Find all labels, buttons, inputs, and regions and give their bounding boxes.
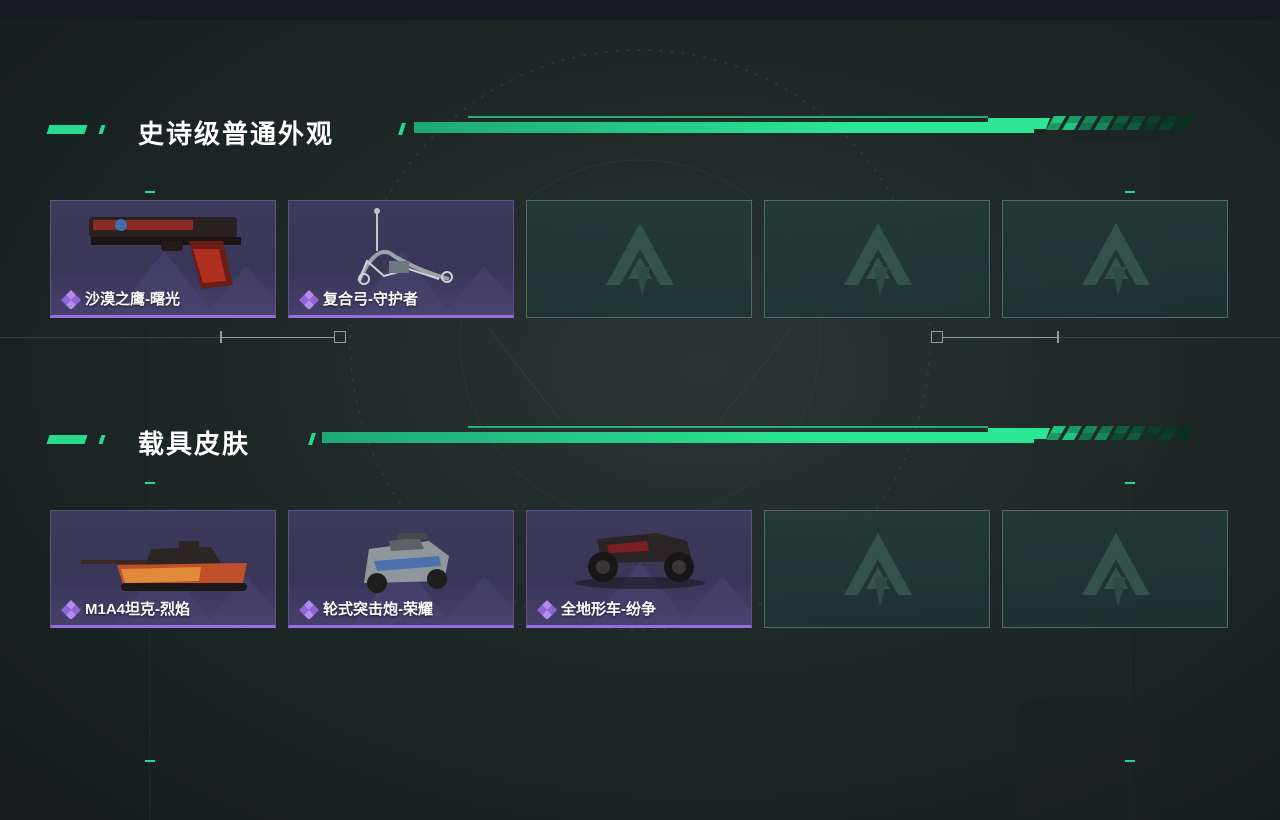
section-title: 史诗级普通外观 bbox=[138, 119, 335, 149]
skin-label: 复合弓-守护者 bbox=[299, 288, 418, 309]
header-accent bbox=[46, 435, 88, 444]
section-header-vehicle: 载具皮肤 bbox=[46, 425, 1208, 459]
corner-tick bbox=[145, 191, 155, 193]
section-title: 载具皮肤 bbox=[138, 429, 251, 459]
header-accent bbox=[98, 435, 106, 444]
skin-name: M1A4坦克-烈焰 bbox=[85, 601, 191, 618]
hud-marker bbox=[931, 331, 943, 343]
header-accent bbox=[398, 123, 406, 135]
corner-tick bbox=[145, 482, 155, 484]
header-accent bbox=[46, 125, 88, 134]
corner-tick bbox=[1125, 191, 1135, 193]
epic-rarity-icon bbox=[61, 289, 81, 309]
empty-skin-slot[interactable] bbox=[526, 200, 752, 318]
hud-marker bbox=[334, 331, 346, 343]
section-header-epic: 史诗级普通外观 bbox=[46, 115, 1208, 149]
skin-name: 沙漠之鹰-曙光 bbox=[85, 291, 180, 308]
header-bar bbox=[322, 432, 1034, 443]
epic-rarity-icon bbox=[61, 599, 81, 619]
skin-label: 轮式突击炮-荣耀 bbox=[299, 598, 433, 619]
skin-name: 全地形车-纷争 bbox=[561, 601, 656, 618]
skin-label: 沙漠之鹰-曙光 bbox=[61, 288, 180, 309]
hud-line bbox=[222, 337, 334, 338]
empty-skin-slot[interactable] bbox=[764, 200, 990, 318]
corner-tick bbox=[1125, 760, 1135, 762]
header-line bbox=[468, 116, 988, 118]
skin-name: 复合弓-守护者 bbox=[323, 291, 418, 308]
empty-slot-logo-icon bbox=[844, 223, 912, 297]
skin-card-atv[interactable]: 全地形车-纷争 bbox=[526, 510, 752, 628]
skin-card-m1a4-tank[interactable]: M1A4坦克-烈焰 bbox=[50, 510, 276, 628]
epic-rarity-icon bbox=[537, 599, 557, 619]
empty-skin-slot[interactable] bbox=[1002, 510, 1228, 628]
hud-tick bbox=[220, 331, 222, 343]
skin-card-compound-bow[interactable]: 复合弓-守护者 bbox=[288, 200, 514, 318]
epic-rarity-icon bbox=[299, 289, 319, 309]
empty-slot-logo-icon bbox=[844, 533, 912, 607]
skin-name: 轮式突击炮-荣耀 bbox=[323, 601, 433, 618]
skin-card-desert-eagle[interactable]: 沙漠之鹰-曙光 bbox=[50, 200, 276, 318]
header-accent bbox=[98, 125, 106, 134]
corner-tick bbox=[1125, 482, 1135, 484]
empty-skin-slot[interactable] bbox=[764, 510, 990, 628]
header-bar bbox=[414, 122, 1034, 133]
hud-line bbox=[1059, 337, 1280, 338]
empty-slot-logo-icon bbox=[1082, 533, 1150, 607]
skin-label: 全地形车-纷争 bbox=[537, 598, 656, 619]
hud-line bbox=[943, 337, 1057, 338]
empty-slot-logo-icon bbox=[1082, 223, 1150, 297]
checker-decoration bbox=[988, 426, 1194, 440]
top-bar bbox=[0, 0, 1280, 20]
header-accent bbox=[308, 433, 316, 445]
empty-skin-slot[interactable] bbox=[1002, 200, 1228, 318]
epic-rarity-icon bbox=[299, 599, 319, 619]
header-line bbox=[468, 426, 988, 428]
checker-decoration bbox=[988, 116, 1194, 130]
empty-slot-logo-icon bbox=[606, 223, 674, 297]
skin-card-wheeled-assault-gun[interactable]: 轮式突击炮-荣耀 bbox=[288, 510, 514, 628]
skin-label: M1A4坦克-烈焰 bbox=[61, 598, 190, 619]
hud-line bbox=[0, 337, 220, 338]
corner-tick bbox=[145, 760, 155, 762]
